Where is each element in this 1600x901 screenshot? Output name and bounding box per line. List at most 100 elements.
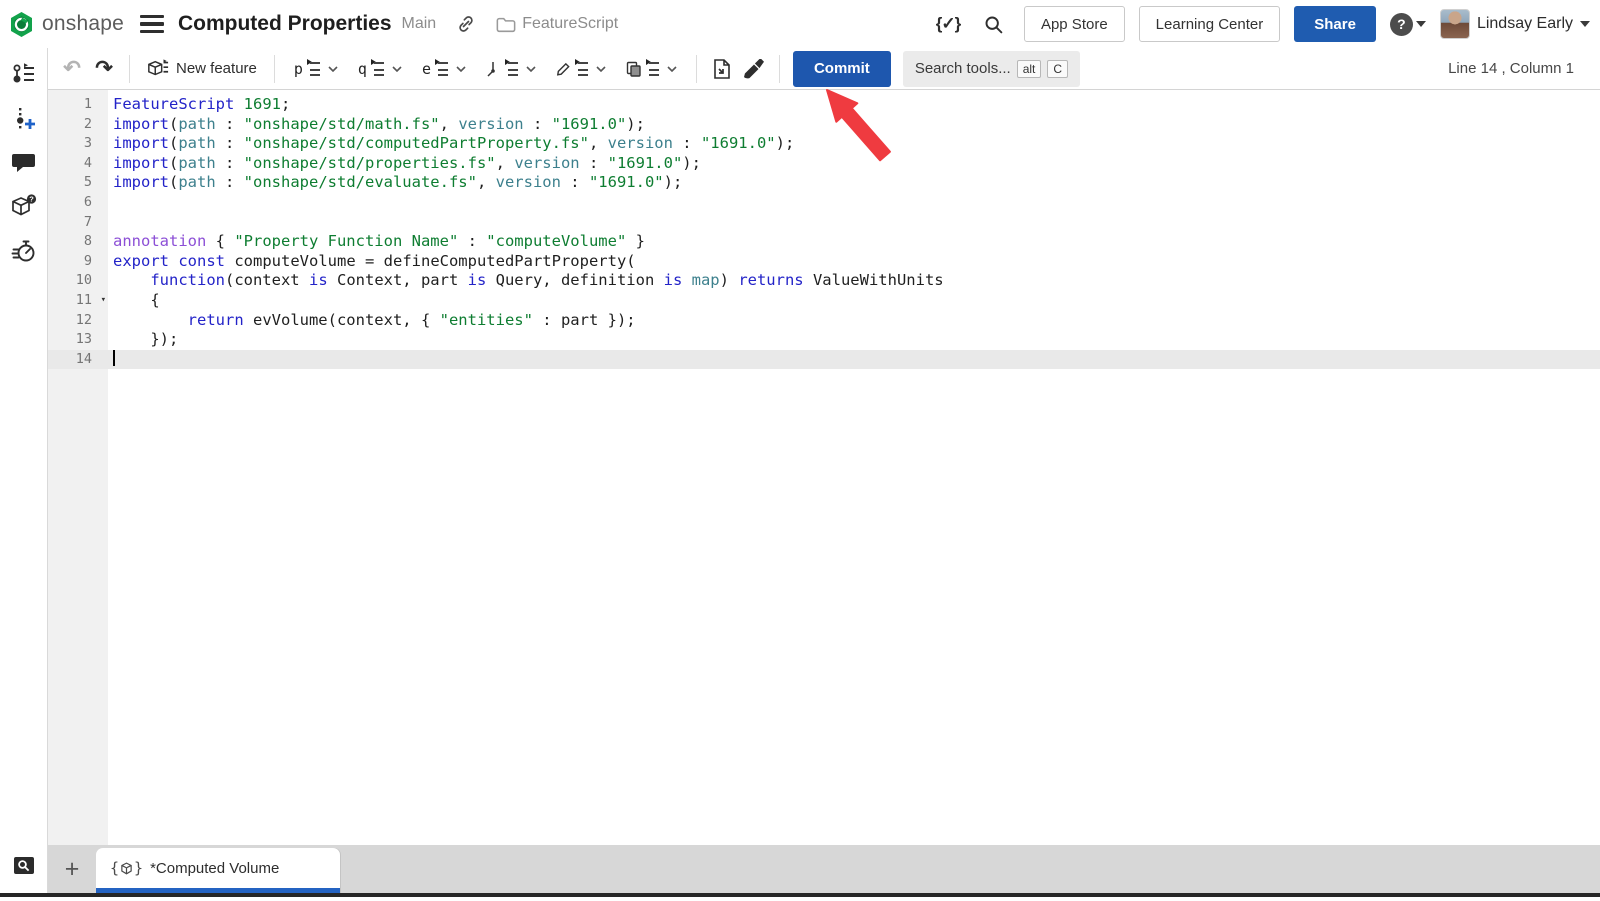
user-avatar — [1440, 9, 1470, 39]
code-line-text: function(context is Context, part is Que… — [108, 271, 1600, 291]
code-line-text — [108, 350, 1600, 370]
toolbar-divider — [779, 55, 780, 83]
code-line-text — [108, 213, 1600, 233]
code-line-text: FeatureScript 1691; — [108, 95, 1600, 115]
cube-icon — [147, 58, 169, 80]
line-number: 12 — [48, 311, 108, 331]
app-store-button[interactable]: App Store — [1024, 6, 1125, 42]
code-line[interactable]: 2import(path : "onshape/std/math.fs", ve… — [48, 115, 1600, 135]
caret-down-icon — [1416, 21, 1426, 27]
code-validate-icon[interactable]: {✓} — [932, 8, 964, 40]
logo-wordmark: onshape — [42, 12, 124, 36]
paste-icon — [712, 58, 732, 80]
code-line-text: import(path : "onshape/std/properties.fs… — [108, 154, 1600, 174]
code-line[interactable]: 14 — [48, 350, 1600, 370]
precondition-snippet-dropdown[interactable]: p — [288, 53, 344, 85]
query-snippet-dropdown[interactable]: q — [352, 53, 408, 85]
script-outline-icon[interactable] — [7, 58, 41, 92]
line-number: 3 — [48, 134, 108, 154]
caret-down-icon — [1580, 21, 1590, 27]
paste-import-button[interactable] — [706, 53, 738, 85]
code-line-text — [108, 193, 1600, 213]
chevron-down-icon — [596, 66, 606, 72]
redo-button[interactable]: ↷ — [88, 53, 120, 85]
format-code-button[interactable] — [738, 53, 770, 85]
folder-icon — [496, 16, 516, 33]
share-button[interactable]: Share — [1294, 6, 1376, 42]
code-line[interactable]: 11▾ { — [48, 291, 1600, 311]
code-line[interactable]: 12 return evVolume(context, { "entities"… — [48, 311, 1600, 331]
toolbar-divider — [696, 55, 697, 83]
code-line-text: }); — [108, 330, 1600, 350]
code-line[interactable]: 7 — [48, 213, 1600, 233]
code-line-text: import(path : "onshape/std/evaluate.fs",… — [108, 173, 1600, 193]
geometry-snippet-dropdown[interactable] — [480, 53, 542, 85]
code-line[interactable]: 9export const computeVolume = defineComp… — [48, 252, 1600, 272]
chevron-down-icon — [526, 66, 536, 72]
document-title: Computed Properties — [178, 12, 392, 36]
snippet-list-icon — [507, 62, 519, 76]
line-number: 5 — [48, 173, 108, 193]
header-bar: onshape Computed Properties Main Feature… — [0, 0, 1600, 48]
undo-button[interactable]: ↶ — [56, 53, 88, 85]
documents-icon — [626, 61, 642, 77]
code-line[interactable]: 4import(path : "onshape/std/properties.f… — [48, 154, 1600, 174]
workspace-label[interactable]: Main — [402, 15, 437, 33]
fs-documentation-icon[interactable]: ? — [7, 190, 41, 224]
code-line[interactable]: 10 function(context is Context, part is … — [48, 271, 1600, 291]
code-line[interactable]: 3import(path : "onshape/std/computedPart… — [48, 134, 1600, 154]
toolbar-divider — [274, 55, 275, 83]
snippet-list-icon — [373, 62, 385, 76]
code-line[interactable]: 5import(path : "onshape/std/evaluate.fs"… — [48, 173, 1600, 193]
fold-toggle-icon[interactable]: ▾ — [101, 291, 106, 311]
code-line-text: return evVolume(context, { "entities" : … — [108, 311, 1600, 331]
user-menu[interactable]: Lindsay Early — [1440, 9, 1590, 39]
bottom-tab-bar: + {} *Computed Volume — [48, 845, 1600, 893]
bottom-sliver — [0, 897, 1600, 901]
featurescript-breadcrumb[interactable]: FeatureScript — [522, 15, 618, 33]
line-number: 8 — [48, 232, 108, 252]
chevron-down-icon — [328, 66, 338, 72]
commit-button[interactable]: Commit — [793, 51, 891, 87]
snippet-list-icon — [309, 62, 321, 76]
code-line-text: annotation { "Property Function Name" : … — [108, 232, 1600, 252]
onshape-logo[interactable]: onshape — [8, 11, 124, 38]
help-menu[interactable]: ? — [1390, 13, 1426, 36]
search-icon[interactable] — [978, 8, 1010, 40]
code-editor[interactable]: 1FeatureScript 1691;2import(path : "onsh… — [48, 90, 1600, 845]
insert-node-icon[interactable] — [7, 102, 41, 136]
annotation-snippet-dropdown[interactable] — [550, 53, 612, 85]
link-icon[interactable] — [456, 14, 476, 34]
code-line[interactable]: 6 — [48, 193, 1600, 213]
main-menu-icon[interactable] — [140, 15, 164, 33]
line-number: 1 — [48, 95, 108, 115]
learning-center-button[interactable]: Learning Center — [1139, 6, 1281, 42]
redo-icon: ↷ — [95, 56, 113, 81]
new-tab-button[interactable]: + — [48, 845, 96, 893]
snippet-list-icon — [437, 62, 449, 76]
line-number: 2 — [48, 115, 108, 135]
user-name: Lindsay Early — [1477, 15, 1573, 33]
brush-icon — [743, 59, 765, 79]
help-icon: ? — [1390, 13, 1413, 36]
comments-icon[interactable] — [7, 146, 41, 180]
code-line-text: export const computeVolume = defineCompu… — [108, 252, 1600, 272]
tab-label: *Computed Volume — [150, 860, 279, 877]
chevron-down-icon — [456, 66, 466, 72]
document-snippet-dropdown[interactable] — [620, 53, 683, 85]
new-feature-button[interactable]: New feature — [139, 53, 265, 85]
search-tools-button[interactable]: Search tools... alt C — [903, 51, 1080, 87]
profiler-icon[interactable] — [7, 234, 41, 268]
tab-computed-volume[interactable]: {} *Computed Volume — [96, 848, 340, 893]
shortcut-alt-key: alt — [1017, 60, 1042, 78]
code-line-text: import(path : "onshape/std/math.fs", ver… — [108, 115, 1600, 135]
code-line[interactable]: 1FeatureScript 1691; — [48, 95, 1600, 115]
code-line-text: { — [108, 291, 1600, 311]
search-document-icon[interactable] — [7, 849, 41, 883]
line-number: 10 — [48, 271, 108, 291]
code-line-text: import(path : "onshape/std/computedPartP… — [108, 134, 1600, 154]
code-line[interactable]: 8annotation { "Property Function Name" :… — [48, 232, 1600, 252]
line-number: 11▾ — [48, 291, 108, 311]
evaluate-snippet-dropdown[interactable]: e — [416, 53, 472, 85]
code-line[interactable]: 13 }); — [48, 330, 1600, 350]
